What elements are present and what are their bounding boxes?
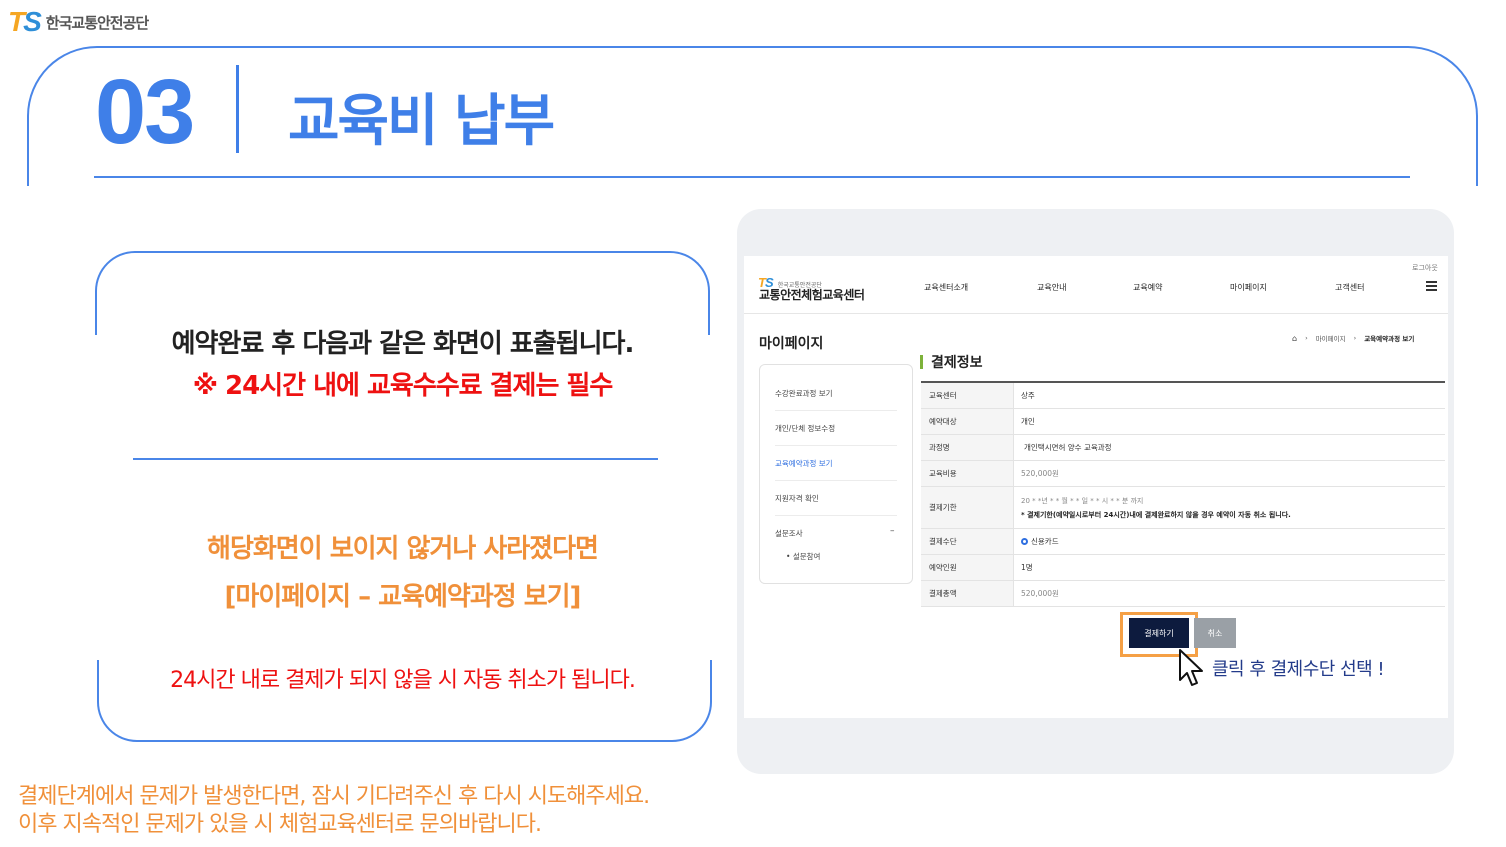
row-value-course: 개인택시면허 양수 교육과정 [1024, 443, 1112, 452]
info-card-bottom-border [97, 660, 712, 742]
cancel-button[interactable]: 취소 [1194, 618, 1236, 648]
hint-path: [마이페이지 – 교육예약과정 보기] [224, 582, 582, 612]
row-label-people: 예약인원 [921, 555, 1014, 580]
card-divider [133, 458, 658, 460]
sidebar-item-survey[interactable]: 설문조사 [775, 528, 803, 539]
home-icon[interactable]: ⌂ [1292, 334, 1297, 343]
page-title: 마이페이지 [759, 336, 824, 352]
table-row: 결제총액 520,000원 [921, 581, 1445, 607]
sidebar-subitem-survey-join[interactable]: • 설문참여 [786, 551, 820, 562]
header-divider [744, 313, 1448, 314]
notice-text: 예약완료 후 다음과 같은 화면이 표출됩니다. [171, 329, 635, 359]
table-row: 결제기한 20 * *년 * * 월 * * 일 * * 시 * * 분 까지 … [921, 487, 1445, 529]
hint-text: 해당화면이 보이지 않거나 사라졌다면 [207, 534, 599, 564]
title-frame [27, 46, 1478, 186]
nav-center-intro[interactable]: 교육센터소개 [924, 282, 968, 293]
row-value-target: 개인 [1021, 417, 1035, 426]
deadline-note: * 결제기한(예약일시로부터 24시간)내에 결제완료하지 않을 경우 예약이 … [1021, 510, 1291, 519]
row-value-method[interactable]: 신용카드 [1014, 529, 1445, 554]
title-underline [94, 176, 1410, 178]
row-value-people: 1명 [1021, 563, 1033, 572]
row-label-total: 결제총액 [921, 581, 1014, 606]
sidebar-item-completed-courses[interactable]: 수강완료과정 보기 [775, 388, 833, 399]
radio-selected-icon[interactable] [1021, 538, 1028, 545]
collapse-icon[interactable]: – [890, 526, 895, 536]
sidebar-item-reserved-courses[interactable]: 교육예약과정 보기 [775, 458, 833, 469]
table-row: 교육센터 상주 [921, 383, 1445, 409]
sidebar-divider [775, 410, 897, 411]
row-value-total: 520,000원 [1021, 589, 1059, 598]
table-row: 과정명 개인택시면허 양수 교육과정 [921, 435, 1445, 461]
sidebar-divider [775, 480, 897, 481]
deadline-date: 20 * *년 * * 월 * * 일 * * 시 * * 분 까지 [1021, 496, 1144, 505]
org-name: 한국교통안전공단 [45, 13, 149, 32]
sidebar-divider [775, 445, 897, 446]
row-label-fee: 교육비용 [921, 461, 1014, 486]
row-value-fee: 520,000원 [1021, 469, 1059, 478]
sidebar-divider [775, 515, 897, 516]
payment-heading-text: 결제정보 [931, 355, 983, 371]
heading-accent-bar [920, 355, 923, 369]
row-label-method: 결제수단 [921, 529, 1014, 554]
required-payment-notice: ※ 24시간 내에 교육수수료 결제는 필수 [192, 371, 614, 401]
section-number: 03 [95, 61, 195, 163]
ts-logo-mark: TS [8, 6, 42, 37]
nav-mypage[interactable]: 마이페이지 [1230, 282, 1267, 293]
table-row: 교육비용 520,000원 [921, 461, 1445, 487]
row-label-target: 예약대상 [921, 409, 1014, 434]
breadcrumb: ⌂ › 마이페이지 › 교육예약과정 보기 [1292, 333, 1415, 344]
hamburger-menu-icon[interactable] [1426, 281, 1437, 291]
pay-button[interactable]: 결제하기 [1129, 618, 1189, 648]
row-label-center: 교육센터 [921, 383, 1014, 408]
table-row: 예약인원 1명 [921, 555, 1445, 581]
row-label-course: 과정명 [921, 435, 1014, 460]
row-value-deadline: 20 * *년 * * 월 * * 일 * * 시 * * 분 까지 * 결제기… [1014, 487, 1445, 528]
method-option-label[interactable]: 신용카드 [1031, 536, 1059, 547]
payment-heading: 결제정보 [920, 352, 983, 372]
title-divider [236, 65, 239, 153]
nav-reservation[interactable]: 교육예약 [1133, 282, 1162, 293]
nav-education-guide[interactable]: 교육안내 [1037, 282, 1066, 293]
section-title: 교육비 납부 [288, 89, 555, 154]
breadcrumb-separator-icon: › [1353, 334, 1357, 342]
nav-customer-center[interactable]: 고객센터 [1335, 282, 1364, 293]
table-row: 예약대상 개인 [921, 409, 1445, 435]
ts-logo: TS 한국교통안전공단 [8, 6, 149, 37]
logout-link[interactable]: 로그아웃 [1412, 263, 1438, 273]
site-name[interactable]: 교통안전체험교육센터 [759, 286, 865, 303]
breadcrumb-mypage[interactable]: 마이페이지 [1316, 333, 1346, 343]
sidebar-item-edit-info[interactable]: 개인/단체 정보수정 [775, 423, 835, 434]
table-row: 결제수단 신용카드 [921, 529, 1445, 555]
sidebar: 수강완료과정 보기 개인/단체 정보수정 교육예약과정 보기 지원자격 확인 설… [759, 364, 913, 584]
breadcrumb-separator-icon: › [1305, 334, 1308, 342]
breadcrumb-current: 교육예약과정 보기 [1364, 335, 1415, 343]
sidebar-item-eligibility[interactable]: 지원자격 확인 [775, 493, 819, 504]
footer-note-2: 이후 지속적인 문제가 있을 시 체험교육센터로 문의바랍니다. [18, 812, 542, 837]
row-value-center: 상주 [1021, 391, 1035, 400]
payment-table: 교육센터 상주 예약대상 개인 과정명 개인택시면허 양수 교육과정 교육비용 … [921, 381, 1445, 607]
click-callout: 클릭 후 결제수단 선택 ! [1212, 659, 1385, 680]
mouse-cursor-icon [1179, 649, 1203, 686]
row-label-deadline: 결제기한 [921, 487, 1014, 528]
